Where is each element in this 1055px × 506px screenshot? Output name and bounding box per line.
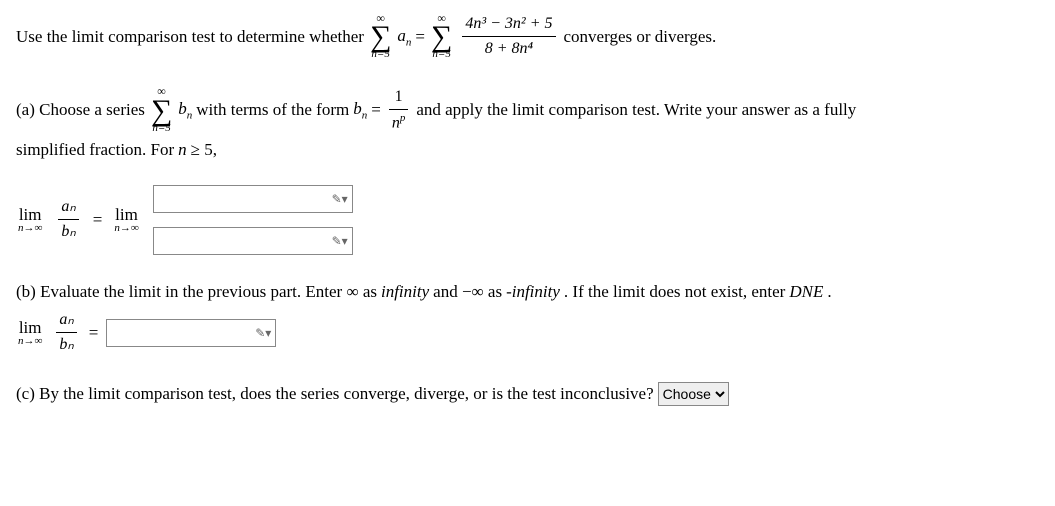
sigma-an: ∞ ∑ n=5 (370, 13, 391, 61)
lim-left: lim n→∞ (18, 206, 42, 234)
dne-word: DNE (789, 279, 823, 305)
part-c-text: (c) By the limit comparison test, does t… (16, 381, 654, 407)
sigma-frac: ∞ ∑ n=5 (431, 13, 452, 61)
b-period: . (827, 279, 831, 305)
neg-infinity-word: -infinity (506, 279, 560, 305)
part-b-limit-row: lim n→∞ aₙ bₙ = ✎▾ (16, 308, 1039, 357)
fraction-inputs: ✎▾ ✎▾ (153, 185, 353, 255)
part-b-text: (b) Evaluate the limit in the previous p… (16, 279, 1039, 305)
problem-statement: Use the limit comparison test to determi… (16, 12, 1039, 61)
part-c: (c) By the limit comparison test, does t… (16, 381, 1039, 407)
part-a-mid2: and apply the limit comparison test. Wri… (416, 97, 856, 123)
part-a-mid1: with terms of the form (196, 97, 349, 123)
series-fraction: 4n³ − 3n² + 5 8 + 8n⁴ (462, 12, 555, 61)
denominator-input[interactable]: ✎▾ (153, 227, 353, 255)
limit-value-input[interactable]: ✎▾ (106, 319, 276, 347)
geq: ≥ 5, (191, 137, 217, 163)
numerator-input[interactable]: ✎▾ (153, 185, 353, 213)
b-text1: (b) Evaluate the limit in the previous p… (16, 279, 377, 305)
part-c-row: (c) By the limit comparison test, does t… (16, 381, 1039, 407)
limit-expression-a: lim n→∞ aₙ bₙ = lim n→∞ (16, 195, 141, 244)
part-a-line2: simplified fraction. For n ≥ 5, (16, 137, 1039, 163)
part-a-line2a: simplified fraction. For (16, 137, 174, 163)
part-a-line1: (a) Choose a series ∞ ∑ n=5 bn with term… (16, 85, 1039, 135)
an: an (397, 23, 411, 51)
eq: = (371, 97, 381, 123)
n-var: n (178, 137, 187, 163)
part-a: (a) Choose a series ∞ ∑ n=5 bn with term… (16, 85, 1039, 255)
part-a-limit-row: lim n→∞ aₙ bₙ = lim n→∞ ✎▾ ✎▾ (16, 185, 1039, 255)
eq: = (415, 24, 425, 50)
an-over-bn-b: aₙ bₙ (56, 308, 76, 357)
bn2: bn (353, 96, 367, 124)
b-text2: and −∞ as (433, 279, 502, 305)
conclusion-select[interactable]: Choose (658, 382, 729, 406)
eq-b: = (89, 320, 99, 346)
lim-right: lim n→∞ (114, 206, 138, 234)
eq2: = (93, 207, 103, 233)
intro-post: converges or diverges. (564, 24, 717, 50)
part-b: (b) Evaluate the limit in the previous p… (16, 279, 1039, 358)
sigma-bn: ∞ ∑ n=5 (151, 86, 172, 134)
b-text3: . If the limit does not exist, enter (564, 279, 785, 305)
infinity-word: infinity (381, 279, 429, 305)
part-a-label: (a) Choose a series (16, 97, 145, 123)
equation-editor-icon[interactable]: ✎▾ (255, 324, 271, 342)
bn-form-fraction: 1 np (389, 85, 409, 135)
intro-pre: Use the limit comparison test to determi… (16, 24, 364, 50)
bn: bn (178, 96, 192, 124)
equation-editor-icon[interactable]: ✎▾ (332, 232, 348, 250)
lim-b: lim n→∞ (18, 319, 42, 347)
equation-editor-icon[interactable]: ✎▾ (332, 190, 348, 208)
an-over-bn: aₙ bₙ (58, 195, 78, 244)
